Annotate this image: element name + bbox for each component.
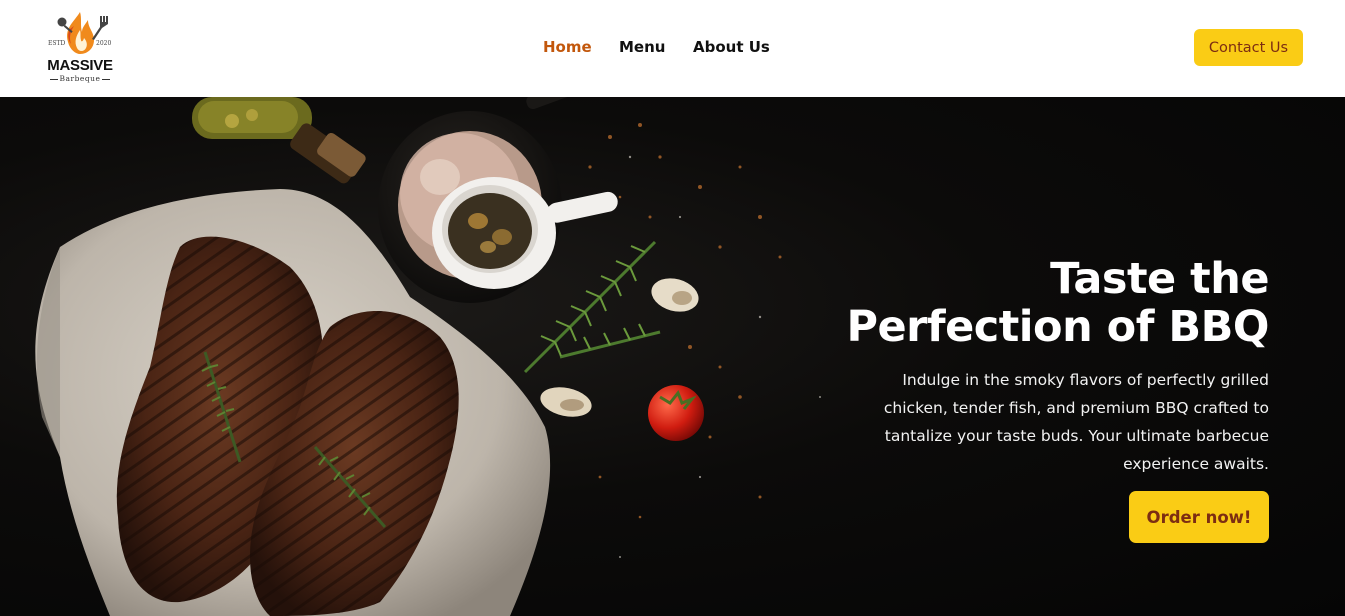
logo-year-text: 2020 [96, 40, 112, 47]
site-header: ESTD 2020 MASSIVE Barbeque Home Menu Abo… [0, 0, 1345, 97]
hero-section: Taste the Perfection of BBQ Indulge in t… [0, 97, 1345, 616]
nav-menu-link[interactable]: Menu [619, 38, 665, 56]
spice-pan [378, 97, 618, 303]
logo-estd-text: ESTD [48, 40, 66, 47]
brand-tagline: Barbeque [44, 74, 116, 83]
hero-title-line-2: Perfection of BBQ [846, 302, 1270, 352]
brand-name: MASSIVE [47, 57, 113, 74]
hero-title: Taste the Perfection of BBQ [749, 254, 1270, 352]
flame-logo-icon [57, 12, 108, 54]
oil-bottle [192, 97, 366, 184]
hero-title-line-1: Taste the [1050, 254, 1269, 304]
contact-us-button[interactable]: Contact Us [1194, 29, 1303, 66]
hero-description: Indulge in the smoky flavors of perfectl… [883, 371, 1269, 473]
brand-logo[interactable]: ESTD 2020 MASSIVE Barbeque [44, 8, 116, 88]
nav-home-link[interactable]: Home [543, 38, 592, 56]
nav-about-link[interactable]: About Us [693, 38, 770, 56]
order-now-button[interactable]: Order now! [1129, 491, 1269, 543]
